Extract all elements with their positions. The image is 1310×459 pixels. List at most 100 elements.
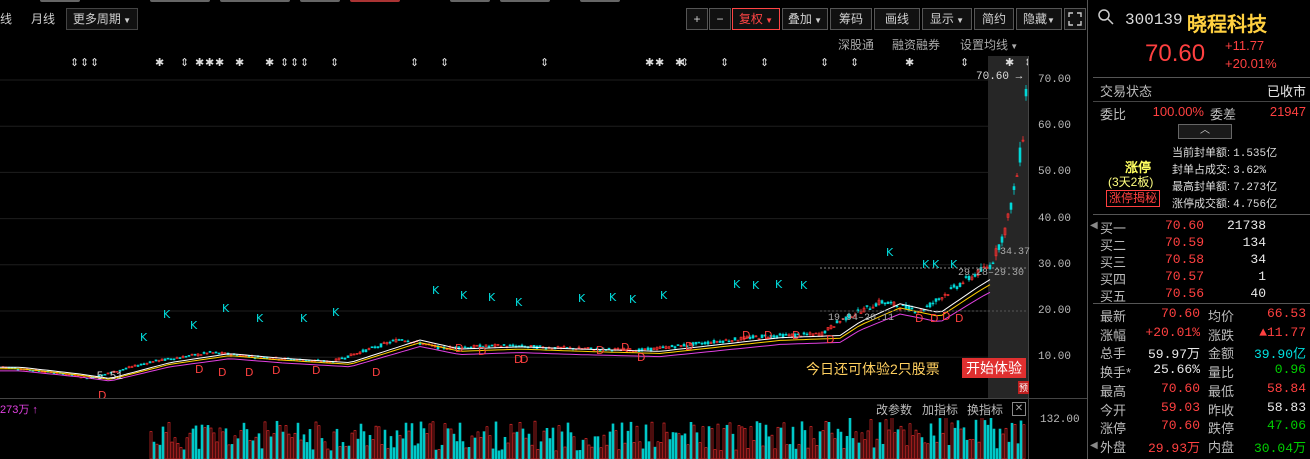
limit-up-secret-button[interactable]: 涨停揭秘 (1106, 190, 1161, 207)
overlay-dropdown[interactable]: 叠加 ▼ (782, 8, 828, 30)
d-signal-marker[interactable]: D (218, 366, 226, 379)
k-signal-marker[interactable]: K (300, 312, 308, 325)
d-signal-marker[interactable]: D (826, 333, 834, 346)
k-signal-marker[interactable]: K (950, 258, 958, 271)
start-trial-button[interactable]: 开始体验 (962, 358, 1026, 378)
event-marker-icon[interactable]: ⇕ (960, 56, 969, 69)
hide-dropdown[interactable]: 隐藏▼ (1016, 8, 1062, 30)
k-signal-marker[interactable]: K (932, 258, 940, 271)
d-signal-marker[interactable]: D (915, 312, 923, 325)
k-signal-marker[interactable]: K (190, 319, 198, 332)
event-marker-icon[interactable]: ✱ (655, 56, 664, 69)
k-signal-marker[interactable]: K (460, 289, 468, 302)
event-marker-icon[interactable]: ✱ (1005, 56, 1014, 69)
chips-button[interactable]: 筹码 (830, 8, 872, 30)
event-marker-icon[interactable]: ✱ (235, 56, 244, 69)
margin-trading-link[interactable]: 融资融券 (892, 36, 940, 54)
event-marker-icon[interactable]: ⇕ (1024, 56, 1028, 69)
d-signal-marker[interactable]: D (98, 389, 106, 398)
event-marker-icon[interactable]: ✱ (645, 56, 654, 69)
d-signal-marker[interactable]: D (764, 329, 772, 342)
display-dropdown[interactable]: 显示 ▼ (922, 8, 972, 30)
event-marker-icon[interactable]: ⇕ (680, 56, 689, 69)
d-signal-marker[interactable]: D (930, 312, 938, 325)
event-marker-icon[interactable]: ✱ (905, 56, 914, 69)
fuquan-dropdown[interactable]: 复权 ▼ (732, 8, 780, 30)
d-signal-marker[interactable]: D (955, 312, 963, 325)
event-marker-icon[interactable]: ⇕ (280, 56, 289, 69)
k-signal-marker[interactable]: K (886, 246, 894, 259)
d-signal-marker[interactable]: D (478, 345, 486, 358)
close-icon[interactable]: ✕ (1012, 402, 1026, 416)
event-marker-icon[interactable]: ✱ (155, 56, 164, 69)
d-signal-marker[interactable]: D (520, 353, 528, 366)
d-signal-marker[interactable]: D (195, 363, 203, 376)
d-signal-marker[interactable]: D (792, 329, 800, 342)
k-signal-marker[interactable]: K (775, 278, 783, 291)
d-signal-marker[interactable]: D (685, 340, 693, 353)
orderbook-row[interactable]: 买三 70.58 34 (1098, 252, 1308, 270)
search-icon[interactable] (1097, 8, 1117, 28)
collapse-arrow-icon[interactable]: ◀ (1090, 440, 1098, 451)
event-marker-icon[interactable]: ✱ (265, 56, 274, 69)
event-marker-icon[interactable]: ⇕ (180, 56, 189, 69)
k-signal-marker[interactable]: K (222, 302, 230, 315)
k-signal-marker[interactable]: K (609, 291, 617, 304)
k-signal-marker[interactable]: K (660, 289, 668, 302)
event-marker-icon[interactable]: ⇕ (540, 56, 549, 69)
draw-line-button[interactable]: 画线 (874, 8, 920, 30)
k-signal-marker[interactable]: K (629, 293, 637, 306)
k-signal-marker[interactable]: K (332, 306, 340, 319)
k-signal-marker[interactable]: K (163, 308, 171, 321)
d-signal-marker[interactable]: D (637, 351, 645, 364)
d-signal-marker[interactable]: D (372, 366, 380, 379)
k-signal-marker[interactable]: K (488, 291, 496, 304)
k-signal-marker[interactable]: K (515, 296, 523, 309)
event-marker-icon[interactable]: ⇕ (90, 56, 99, 69)
change-param-button[interactable]: 改参数 (876, 401, 912, 418)
event-marker-icon[interactable]: ⇕ (290, 56, 299, 69)
orderbook-row[interactable]: 买四 70.57 1 (1098, 269, 1308, 287)
k-signal-marker[interactable]: K (140, 331, 148, 344)
d-signal-marker[interactable]: D (742, 329, 750, 342)
volume-chart[interactable] (0, 418, 1028, 459)
event-marker-icon[interactable]: ⇕ (440, 56, 449, 69)
tab-day[interactable]: 线 (0, 9, 12, 29)
zoom-in-button[interactable]: + (686, 8, 708, 30)
event-marker-icon[interactable]: ⇕ (410, 56, 419, 69)
more-periods-dropdown[interactable]: 更多周期 ▼ (66, 8, 138, 30)
d-signal-marker[interactable]: D (942, 310, 950, 323)
expand-icon[interactable] (1064, 8, 1086, 30)
k-signal-marker[interactable]: K (432, 284, 440, 297)
switch-indicator-button[interactable]: 换指标 (967, 401, 1003, 418)
event-marker-icon[interactable]: ✱ (205, 56, 214, 69)
collapse-up-icon[interactable]: ︿ (1178, 124, 1232, 139)
event-marker-icon[interactable]: ✱ (215, 56, 224, 69)
event-marker-icon[interactable]: ✱ (195, 56, 204, 69)
event-marker-icon[interactable]: ⇕ (70, 56, 79, 69)
orderbook-row[interactable]: 买一 70.60 21738 (1098, 218, 1308, 236)
event-marker-icon[interactable]: ⇕ (820, 56, 829, 69)
event-marker-icon[interactable]: ⇕ (330, 56, 339, 69)
orderbook-row[interactable]: 买五 70.56 40 (1098, 286, 1308, 304)
d-signal-marker[interactable]: D (272, 364, 280, 377)
add-indicator-button[interactable]: 加指标 (922, 401, 958, 418)
collapse-arrow-icon[interactable]: ◀ (1090, 220, 1098, 231)
k-signal-marker[interactable]: K (733, 278, 741, 291)
simple-mode-button[interactable]: 简约 (974, 8, 1014, 30)
event-marker-icon[interactable]: ⇕ (80, 56, 89, 69)
forecast-tag[interactable]: 预 (1018, 381, 1029, 394)
shenguntong-link[interactable]: 深股通 (838, 36, 874, 54)
event-marker-icon[interactable]: ⇕ (300, 56, 309, 69)
d-signal-marker[interactable]: D (245, 366, 253, 379)
event-marker-icon[interactable]: ⇕ (720, 56, 729, 69)
k-signal-marker[interactable]: K (578, 292, 586, 305)
d-signal-marker[interactable]: D (312, 364, 320, 377)
k-signal-marker[interactable]: K (922, 258, 930, 271)
candlestick-chart[interactable]: ⇕⇕⇕✱⇕✱✱✱✱✱⇕⇕⇕⇕⇕⇕⇕✱✱✱⇕⇕⇕⇕⇕✱⇕✱⇕KKKKKKKKKKK… (0, 56, 1028, 398)
k-signal-marker[interactable]: K (256, 312, 264, 325)
d-signal-marker[interactable]: D (596, 344, 604, 357)
k-signal-marker[interactable]: K (800, 279, 808, 292)
k-signal-marker[interactable]: K (752, 279, 760, 292)
d-signal-marker[interactable]: D (621, 341, 629, 354)
